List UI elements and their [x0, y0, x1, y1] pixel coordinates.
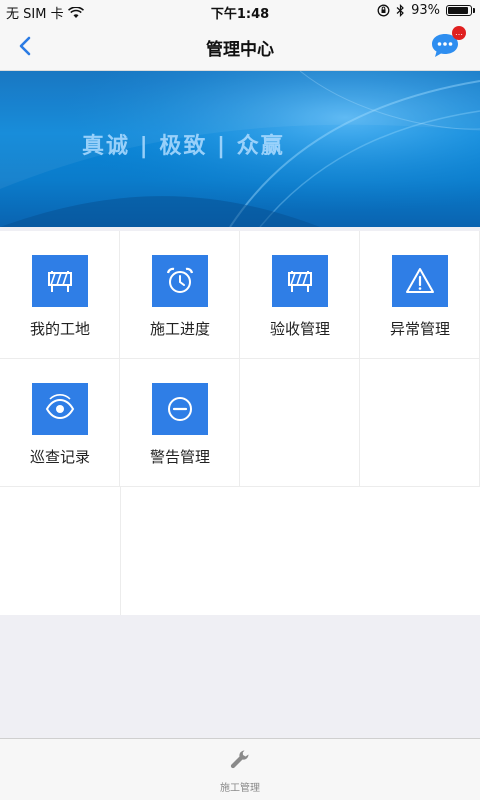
bluetooth-icon — [396, 4, 404, 17]
divider — [120, 487, 121, 615]
message-badge: … — [452, 26, 466, 40]
menu-item-label: 验收管理 — [269, 320, 330, 338]
tab-bar: 施工管理 — [0, 738, 480, 800]
menu-item-label: 异常管理 — [389, 320, 450, 338]
alarm-clock-icon — [152, 255, 208, 307]
eye-icon — [32, 383, 88, 435]
status-bar: 无 SIM 卡 下午1:48 93% — [0, 0, 480, 22]
empty-cell — [360, 359, 480, 487]
menu-item-exceptions[interactable]: 异常管理 — [360, 231, 480, 359]
menu-item-progress[interactable]: 施工进度 — [120, 231, 240, 359]
menu-item-label: 我的工地 — [29, 320, 90, 338]
menu-item-label: 施工进度 — [149, 320, 210, 338]
banner-slogan: 真诚 | 极致 | 众赢 — [82, 134, 285, 159]
construction-barrier-icon — [32, 255, 88, 307]
menu-item-my-site[interactable]: 我的工地 — [0, 231, 120, 359]
battery-percent: 93% — [411, 3, 440, 18]
construction-barrier-icon — [272, 255, 328, 307]
menu-grid: 我的工地 施工进度 验收管理 异常管理 巡查记录 警告管理 — [0, 231, 480, 487]
messages-button[interactable]: … — [428, 26, 466, 62]
menu-item-inspection[interactable]: 巡查记录 — [0, 359, 120, 487]
tab-construction-management[interactable]: 施工管理 — [200, 747, 280, 794]
banner: 真诚 | 极致 | 众赢 — [0, 71, 480, 227]
page-title: 管理中心 — [206, 40, 274, 60]
screen: 无 SIM 卡 下午1:48 93% 管理中心 … 真诚 | 极致 | 众赢 我… — [0, 0, 480, 800]
menu-item-label: 警告管理 — [149, 448, 210, 466]
blank-area — [0, 487, 480, 615]
battery-fill — [448, 7, 468, 14]
orientation-lock-icon — [377, 4, 390, 17]
menu-item-acceptance[interactable]: 验收管理 — [240, 231, 360, 359]
nav-bar: 管理中心 … — [0, 22, 480, 71]
empty-cell — [240, 359, 360, 487]
battery-icon — [446, 5, 475, 16]
tab-label: 施工管理 — [220, 783, 260, 794]
wrench-icon — [230, 750, 249, 769]
status-right: 93% — [377, 3, 475, 18]
menu-item-label: 巡查记录 — [29, 448, 90, 466]
menu-item-alerts[interactable]: 警告管理 — [120, 359, 240, 487]
minus-circle-icon — [152, 383, 208, 435]
warning-icon — [392, 255, 448, 307]
